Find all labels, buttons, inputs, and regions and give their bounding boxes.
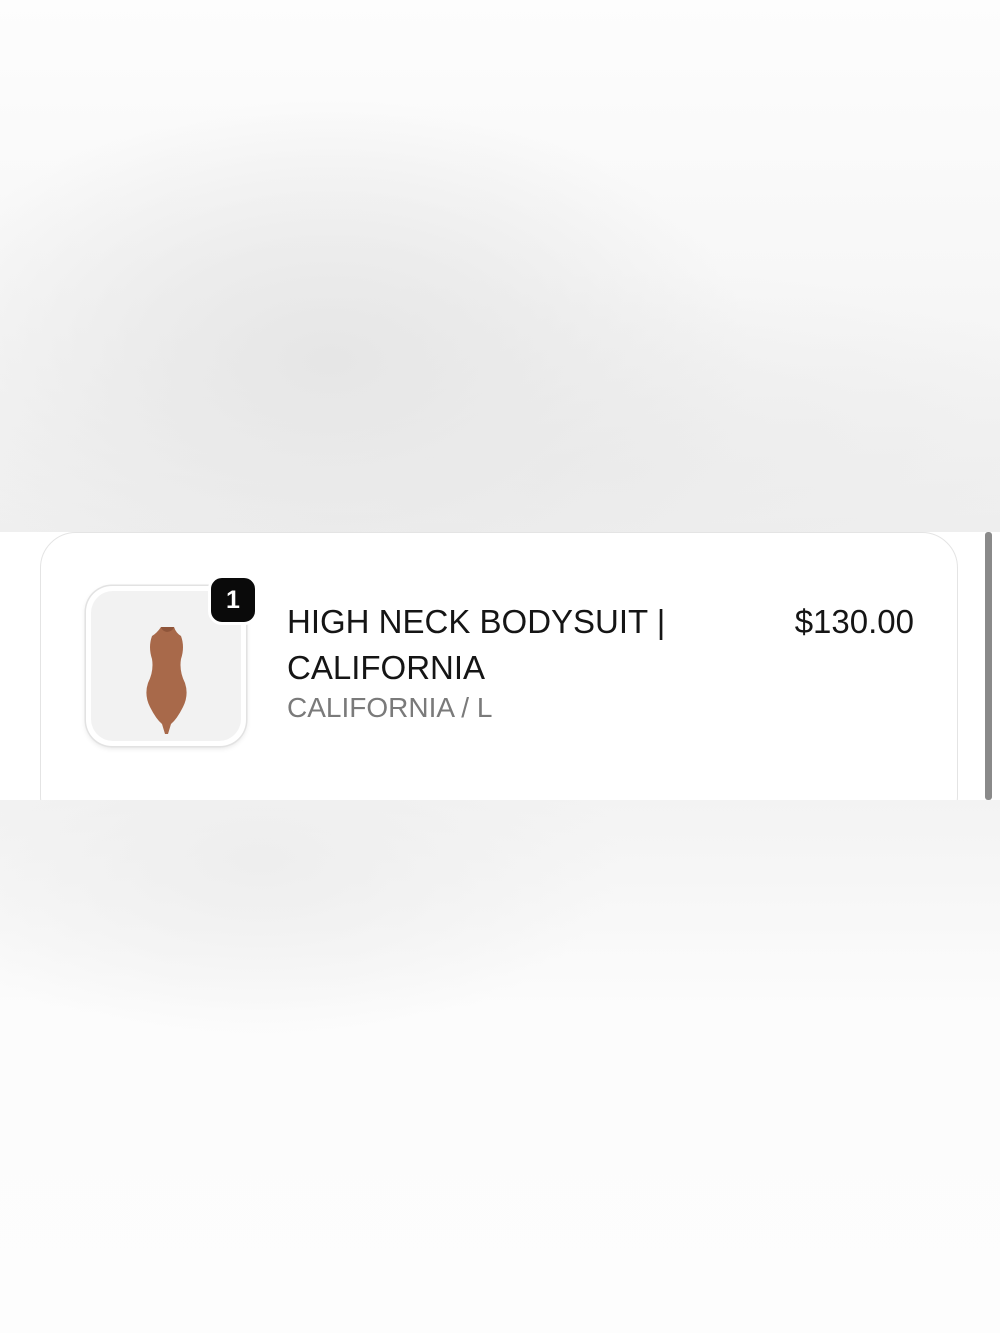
product-price: $130.00	[794, 603, 914, 640]
quantity-badge: 1	[208, 575, 258, 625]
scrollbar[interactable]	[985, 532, 992, 800]
product-title: HIGH NECK BODYSUIT | CALIFORNIA	[287, 603, 666, 686]
product-variant: CALIFORNIA / L	[287, 692, 493, 723]
blurred-background-bottom	[0, 800, 1000, 1333]
line-item-card: 1 HIGH NECK BODYSUIT | CALIFORNIA CALIFO…	[40, 532, 958, 800]
order-summary-sheet: 1 HIGH NECK BODYSUIT | CALIFORNIA CALIFO…	[0, 532, 1000, 800]
blurred-background-top	[0, 0, 1000, 532]
